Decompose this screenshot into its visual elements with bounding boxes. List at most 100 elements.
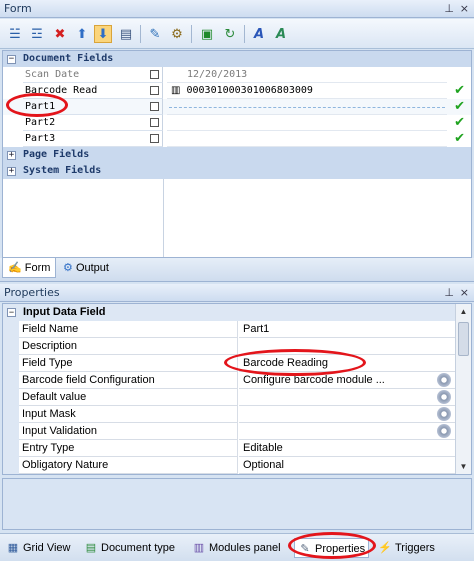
document-icon: ▤ [85,542,97,554]
edit-box-icon[interactable] [150,86,159,95]
output-icon: ⚙ [63,262,73,274]
add-subfield-icon[interactable]: ☲ [28,25,46,43]
field-value[interactable]: 12/20/2013 [167,67,447,83]
property-row[interactable]: Barcode field Configuration Configure ba… [3,372,455,389]
collapse-icon[interactable]: − [7,308,16,317]
field-label: Part1 [23,99,163,115]
field-row[interactable]: Part3 ✔ [3,131,471,147]
property-name: Input Mask [19,406,238,423]
edit-box-icon[interactable] [150,134,159,143]
properties-scrollbar[interactable]: ▲ ▼ [455,304,471,474]
move-down-icon[interactable]: ⬇ [94,25,112,43]
property-row[interactable]: Field Name Part1 [3,321,455,338]
property-name: Default value [19,389,238,406]
property-name: Description [19,338,238,355]
property-value[interactable]: Part1 [239,321,455,338]
move-up-icon[interactable]: ⬆ [73,25,91,43]
property-name: Input Validation [19,423,238,440]
check-icon: ✔ [454,99,465,114]
property-row[interactable]: Obligatory Nature Optional [3,457,455,474]
font-b-icon[interactable]: A [272,25,290,43]
gear-icon[interactable] [437,407,451,421]
form-fields-grid: − Document Fields Scan Date 12/20/2013 B… [2,50,472,258]
tab-output[interactable]: ⚙ Output [58,258,114,278]
refresh-icon[interactable]: ↻ [221,25,239,43]
pin-icon[interactable]: ⊥ [444,284,454,302]
properties-panel-title: Properties [4,286,60,299]
property-value[interactable] [239,389,455,406]
grid-icon: ▦ [7,542,19,554]
gear-icon[interactable] [437,390,451,404]
form-toolbar: ☱ ☲ ✖ ⬆ ⬇ ▤ ✎ ⚙ ▣ ↻ A A [0,19,474,49]
toolbar-separator [140,25,141,43]
edit-box-icon[interactable] [150,70,159,79]
group-system-fields[interactable]: + System Fields [3,163,471,179]
group-page-fields[interactable]: + Page Fields [3,147,471,163]
scroll-down-icon[interactable]: ▼ [456,459,471,474]
font-a-icon[interactable]: A [250,25,268,43]
wrench-icon: ✎ [300,543,310,555]
property-value[interactable]: Configure barcode module ... [239,372,455,389]
edit-box-icon[interactable] [150,118,159,127]
tab-form[interactable]: ✍ Form [2,258,57,278]
property-name: Obligatory Nature [19,457,238,474]
property-row[interactable]: Field Type Barcode Reading [3,355,455,372]
tab-document-type[interactable]: ▤ Document type [84,538,175,558]
scroll-up-icon[interactable]: ▲ [456,304,471,319]
edit-box-icon[interactable] [150,102,159,111]
field-row[interactable]: Barcode Read ▥ 000301000301006803009 ✔ [3,83,471,99]
toolbar-separator [244,25,245,43]
tab-grid-view[interactable]: ▦ Grid View [6,538,71,558]
gear-icon[interactable] [437,424,451,438]
select-icon[interactable]: ▣ [198,25,216,43]
field-label: Barcode Read [23,83,163,99]
close-icon[interactable]: × [460,284,469,302]
property-name: Entry Type [19,440,238,457]
group-document-fields[interactable]: − Document Fields [3,51,471,67]
settings-icon[interactable]: ⚙ [168,25,186,43]
list-icon[interactable]: ▤ [117,25,135,43]
comment-icon[interactable]: ✎ [146,25,164,43]
property-value[interactable] [239,406,455,423]
tab-triggers[interactable]: ⚡ Triggers [378,538,435,558]
close-icon[interactable]: × [460,0,469,18]
bottom-tabs-bar: ▦ Grid View ▤ Document type ▥ Modules panel… [0,533,474,561]
expand-icon[interactable]: + [7,167,16,176]
property-value[interactable]: Editable [239,440,455,457]
field-value[interactable] [167,115,447,131]
field-value[interactable] [167,131,447,147]
field-value[interactable]: ▥ 000301000301006803009 [167,83,447,99]
section-input-data-field[interactable]: − Input Data Field [3,304,455,321]
check-icon: ✔ [454,83,465,98]
add-field-icon[interactable]: ☱ [6,25,24,43]
properties-grid: − Input Data Field Field Name Part1 Desc… [2,303,472,475]
field-label: Scan Date [23,67,163,83]
field-label: Part3 [23,131,163,147]
property-value[interactable]: Barcode Reading [239,355,455,372]
check-icon: ✔ [454,131,465,146]
triggers-icon: ⚡ [378,542,392,554]
property-value[interactable] [239,338,455,355]
property-row[interactable]: Description [3,338,455,355]
properties-panel-titlebar: Properties ⊥ × [0,284,474,302]
delete-icon[interactable]: ✖ [51,25,69,43]
field-row[interactable]: Scan Date 12/20/2013 [3,67,471,83]
property-row[interactable]: Input Mask [3,406,455,423]
scroll-thumb[interactable] [458,322,469,356]
field-label: Part2 [23,115,163,131]
property-value[interactable]: Optional [239,457,455,474]
property-row[interactable]: Input Validation [3,423,455,440]
property-row[interactable]: Default value [3,389,455,406]
pin-icon[interactable]: ⊥ [444,0,454,18]
form-icon: ✍ [8,262,22,274]
tab-modules-panel[interactable]: ▥ Modules panel [192,538,281,558]
property-value[interactable] [239,423,455,440]
field-row[interactable]: Part2 ✔ [3,115,471,131]
tab-properties[interactable]: ✎ Properties [294,538,370,558]
modules-icon: ▥ [193,542,205,554]
property-row[interactable]: Entry Type Editable [3,440,455,457]
collapse-icon[interactable]: − [7,55,16,64]
expand-icon[interactable]: + [7,151,16,160]
field-row-selected[interactable]: Part1 ✔ [3,99,471,115]
gear-icon[interactable] [437,373,451,387]
